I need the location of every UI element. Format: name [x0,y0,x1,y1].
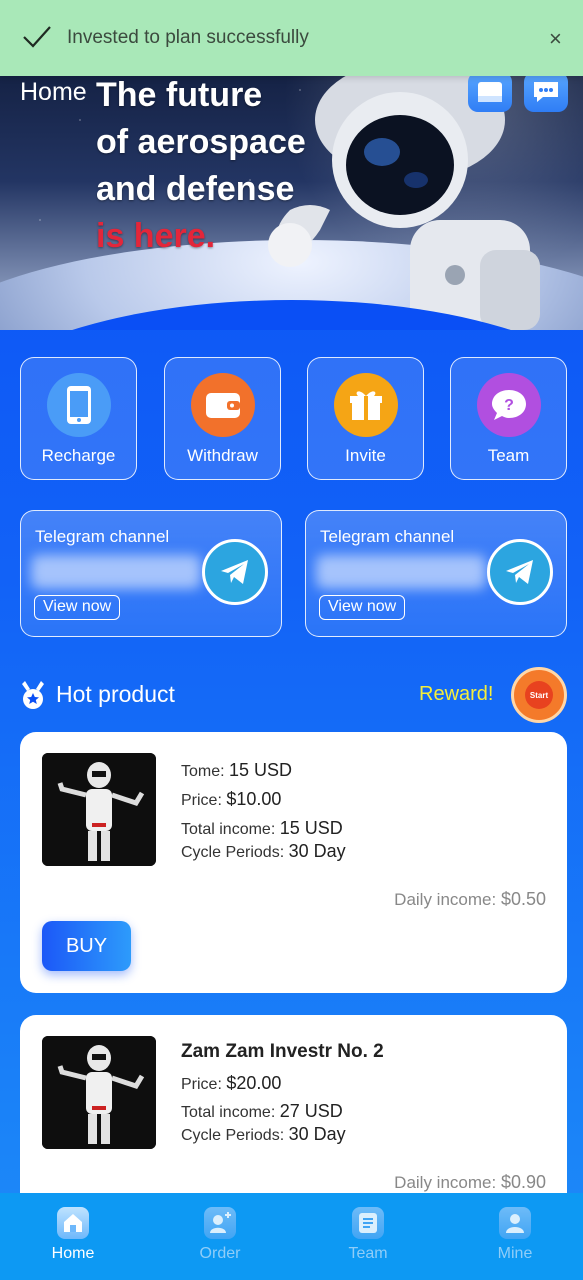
invite-button[interactable]: Invite [307,357,424,480]
headline-line-3: and defense [96,170,295,208]
product-info: Zam Zam Investr No. 2 Price: $20.00 Tota… [181,1041,384,1145]
user-icon [499,1207,531,1239]
question-chat-icon: ? [477,373,541,437]
product-image [42,753,156,866]
telegram-card-2[interactable]: Telegram channel View now [305,510,567,637]
view-now-button[interactable]: View now [34,595,121,620]
home-icon [57,1207,89,1239]
nav-order[interactable]: Order [175,1207,265,1263]
daily-income-label: Daily income: [394,1173,497,1192]
svg-text:?: ? [504,397,514,414]
telegram-icon [202,539,268,605]
withdraw-button[interactable]: Withdraw [164,357,281,480]
chat-icon[interactable] [524,72,568,112]
cycle-label: Cycle Periods: [181,844,285,861]
buy-button[interactable]: BUY [42,921,131,971]
wallet-icon [191,373,255,437]
medal-icon [22,681,44,709]
daily-income-label: Daily income: [394,890,497,909]
mail-icon[interactable] [468,72,512,112]
team-label: Team [487,446,530,465]
nav-home[interactable]: Home [28,1207,118,1263]
total-income-value: 27 USD [279,1101,343,1121]
bottom-nav: Home Order Team Mine [0,1193,583,1280]
headline-highlight: is here. [96,217,216,255]
cycle-value: 30 Day [288,841,346,861]
nav-order-label: Order [199,1245,241,1262]
reward-start-button[interactable]: Start [511,667,567,723]
headline-line-1: The future [96,76,263,114]
daily-income-value: $0.50 [500,889,546,909]
gift-icon [334,373,398,437]
blurred-text [316,555,486,589]
close-icon[interactable]: × [549,26,562,52]
banner-headline: The future of aerospace and defense is h… [96,72,306,260]
telegram-icon [487,539,553,605]
total-income-label: Total income: [181,821,276,838]
view-now-button[interactable]: View now [319,595,406,620]
cycle-value: 30 Day [288,1124,346,1144]
withdraw-label: Withdraw [187,446,258,465]
product-image [42,1036,156,1149]
telegram-card-1[interactable]: Telegram channel View now [20,510,282,637]
team-icon [352,1207,384,1239]
team-button[interactable]: ? Team [450,357,567,480]
price-label: Price: [181,792,222,809]
total-income-label: Total income: [181,1104,276,1121]
name-label: Tome: [181,763,225,780]
telegram-title: Telegram channel [320,527,455,546]
daily-income-value: $0.90 [500,1172,546,1192]
price-value: $20.00 [226,1073,282,1093]
product-info: Tome: 15 USD Price: $10.00 Total income:… [181,760,346,862]
check-icon [23,26,51,48]
recharge-label: Recharge [41,446,116,465]
telegram-title: Telegram channel [35,527,170,546]
recharge-button[interactable]: Recharge [20,357,137,480]
nav-team-label: Team [348,1245,388,1262]
order-icon [204,1207,236,1239]
headline-line-2: of aerospace [96,123,306,161]
nav-mine-label: Mine [497,1245,533,1262]
nav-team[interactable]: Team [323,1207,413,1263]
name-value: 15 USD [229,760,293,780]
reward-badge-text: Start [525,681,553,709]
phone-icon [47,373,111,437]
cycle-label: Cycle Periods: [181,1127,285,1144]
product-card: Tome: 15 USD Price: $10.00 Total income:… [20,732,567,993]
success-toast: Invested to plan successfully × [0,0,583,76]
nav-mine[interactable]: Mine [470,1207,560,1263]
daily-income: Daily income: $0.50 [394,889,546,910]
page-title: Home [20,78,87,106]
section-title: Hot product [56,681,175,707]
product-name: Zam Zam Investr No. 2 [181,1041,384,1062]
price-value: $10.00 [226,789,282,809]
daily-income: Daily income: $0.90 [394,1172,546,1193]
blurred-text [31,555,201,589]
toast-message: Invested to plan successfully [67,27,309,48]
price-label: Price: [181,1076,222,1093]
reward-label[interactable]: Reward! [419,683,493,706]
total-income-value: 15 USD [279,818,343,838]
invite-label: Invite [345,446,386,465]
product-card: Zam Zam Investr No. 2 Price: $20.00 Tota… [20,1015,567,1215]
nav-home-label: Home [51,1245,95,1262]
